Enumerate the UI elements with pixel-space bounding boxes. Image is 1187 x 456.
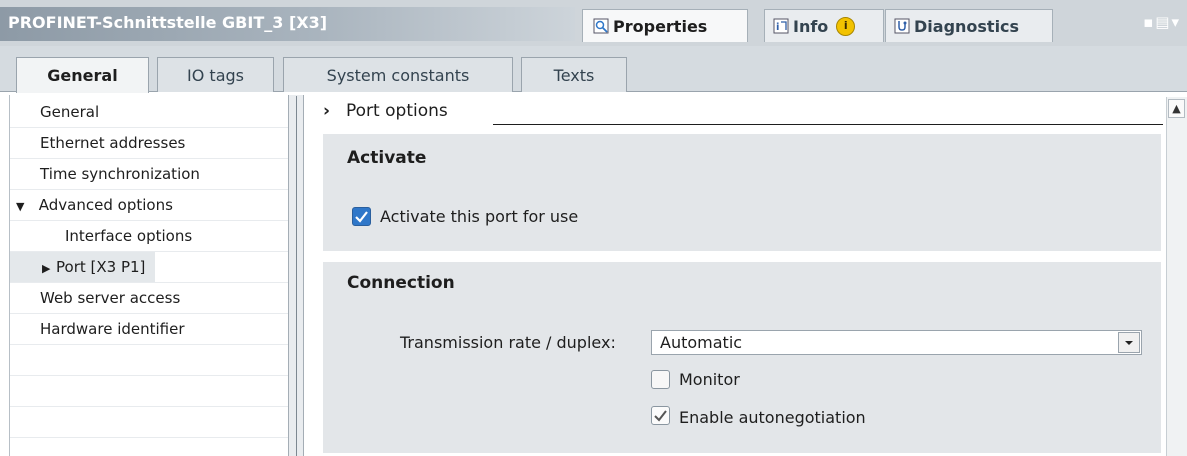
diagnostics-icon	[894, 18, 910, 34]
section-rule	[493, 124, 1163, 125]
section-title: Port options	[346, 101, 448, 121]
subtab-texts[interactable]: Texts	[521, 57, 627, 92]
vertical-scrollbar[interactable]	[1166, 97, 1187, 456]
tab-properties[interactable]: Properties	[582, 9, 748, 42]
info-warning-badge: i	[836, 16, 856, 36]
info-icon: i	[773, 18, 789, 34]
window-title: PROFINET-Schnittstelle GBIT_3 [X3]	[8, 13, 328, 32]
dropdown-button[interactable]	[1118, 332, 1140, 353]
nav-item-label: Ethernet addresses	[40, 134, 186, 152]
checkmark-icon	[355, 211, 368, 223]
scroll-up-icon[interactable]: ▲	[1168, 99, 1185, 118]
expand-right-icon[interactable]: ▶	[42, 253, 56, 284]
connection-title: Connection	[347, 273, 455, 293]
section-header-port-options[interactable]: › Port options	[323, 101, 448, 121]
nav-empty-row	[10, 376, 290, 407]
restore-icon[interactable]: ▪	[1143, 13, 1155, 31]
nav-empty-row	[10, 407, 290, 438]
nav-item-label: General	[40, 103, 100, 121]
subtab-io-tags[interactable]: IO tags	[157, 57, 274, 92]
layout-icon[interactable]: ▤	[1155, 13, 1171, 31]
nav-item-port-x3-p1[interactable]: ▶ Port [X3 P1]	[10, 252, 290, 283]
activate-port-label: Activate this port for use	[380, 207, 579, 226]
activate-port-checkbox[interactable]	[352, 207, 371, 226]
nav-item-label: Web server access	[40, 289, 181, 307]
window-controls[interactable]: ▪▤▾	[1143, 13, 1181, 31]
tab-diagnostics-label: Diagnostics	[914, 16, 1020, 36]
properties-icon	[593, 18, 609, 34]
nav-item-interface-options[interactable]: Interface options	[10, 221, 290, 252]
tab-info[interactable]: i Info i	[764, 9, 884, 42]
nav-item-label: Time synchronization	[40, 165, 200, 183]
transmission-rate-value: Automatic	[660, 333, 743, 352]
nav-item-time-synchronization[interactable]: Time synchronization	[10, 159, 290, 190]
expand-down-icon[interactable]: ▼	[16, 191, 34, 222]
nav-item-advanced-options[interactable]: ▼ Advanced options	[10, 190, 290, 221]
transmission-rate-label: Transmission rate / duplex:	[400, 333, 616, 352]
nav-item-label: Port [X3 P1]	[56, 258, 146, 276]
chevron-down-icon	[1125, 341, 1133, 345]
tab-diagnostics[interactable]: Diagnostics	[885, 9, 1053, 42]
nav-item-label: Hardware identifier	[40, 320, 185, 338]
nav-empty-row	[10, 345, 290, 376]
nav-item-hardware-identifier[interactable]: Hardware identifier	[10, 314, 290, 345]
tab-properties-label: Properties	[613, 16, 708, 36]
nav-left-edge	[0, 95, 10, 456]
subtab-general[interactable]: General	[16, 57, 149, 93]
checkmark-icon	[654, 410, 667, 422]
dropdown-arrow-icon[interactable]: ▾	[1171, 13, 1181, 31]
nav-item-ethernet-addresses[interactable]: Ethernet addresses	[10, 128, 290, 159]
nav-item-general[interactable]: General	[10, 97, 290, 128]
section-marker-icon: ›	[323, 101, 331, 121]
nav-tree: General Ethernet addresses Time synchron…	[10, 95, 290, 456]
activate-title: Activate	[347, 148, 427, 168]
monitor-label: Monitor	[679, 370, 740, 389]
monitor-checkbox[interactable]	[651, 370, 670, 389]
nav-item-label: Interface options	[65, 227, 193, 245]
tab-info-label: Info	[793, 16, 829, 36]
nav-item-label: Advanced options	[38, 196, 173, 214]
autonegotiation-checkbox[interactable]	[651, 406, 670, 425]
svg-text:i: i	[776, 22, 779, 33]
nav-item-web-server-access[interactable]: Web server access	[10, 283, 290, 314]
autonegotiation-label: Enable autonegotiation	[679, 408, 866, 427]
subtab-system-constants[interactable]: System constants	[283, 57, 513, 92]
activate-panel	[323, 134, 1161, 251]
splitter-grip	[296, 96, 297, 456]
